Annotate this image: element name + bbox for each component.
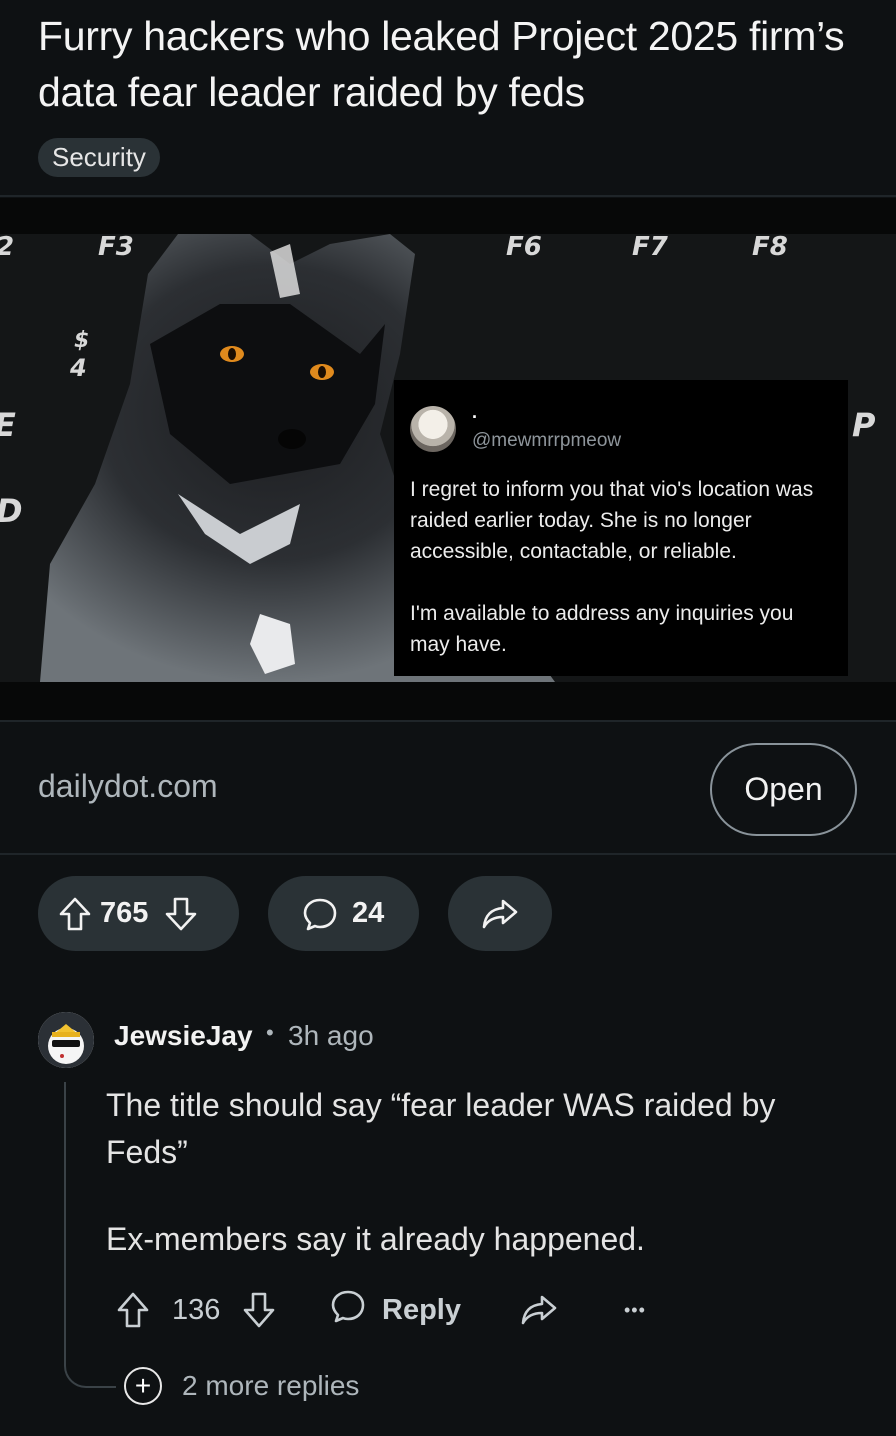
comment-score: 136 — [172, 1293, 221, 1326]
divider — [0, 720, 896, 722]
post-score: 765 — [100, 897, 149, 929]
more-replies-label: 2 more replies — [182, 1370, 360, 1401]
tweet-display-name: . — [472, 402, 478, 422]
comment-timestamp: 3h ago — [288, 1020, 374, 1051]
reply-button[interactable]: Reply — [330, 1288, 461, 1332]
avatar[interactable] — [38, 1012, 94, 1068]
plus-circle-icon: + — [124, 1367, 162, 1405]
comment-bubble-icon — [302, 896, 338, 932]
comment-bubble-icon — [330, 1288, 366, 1332]
link-domain[interactable]: dailydot.com — [38, 768, 218, 805]
separator-dot: • — [266, 1020, 274, 1045]
comment-author[interactable]: JewsieJay — [114, 1020, 253, 1052]
reply-label: Reply — [382, 1293, 461, 1326]
open-link-button[interactable]: Open — [710, 743, 857, 836]
share-icon[interactable] — [520, 1288, 558, 1332]
tweet-handle: @mewmrrpmeow — [472, 430, 622, 451]
comments-button[interactable]: 24 — [268, 876, 419, 951]
arrow-up-icon[interactable] — [116, 1288, 150, 1332]
arrow-down-icon[interactable] — [164, 896, 198, 932]
comment-count: 24 — [352, 897, 385, 929]
more-replies-button[interactable]: + 2 more replies — [124, 1366, 359, 1406]
arrow-down-icon[interactable] — [242, 1288, 276, 1332]
post-image[interactable]: 2 F3 F6 F7 F8 $ 4 E D P — [0, 198, 896, 720]
vote-pill: 765 — [38, 876, 239, 951]
tweet-text: I regret to inform you that vio's locati… — [410, 478, 814, 656]
share-icon — [481, 897, 519, 931]
comment-paragraph: The title should say “fear leader WAS ra… — [106, 1087, 776, 1170]
share-button[interactable] — [448, 876, 552, 951]
divider — [0, 853, 896, 855]
tweet-screenshot: . @mewmrrpmeow I regret to inform you th… — [394, 380, 848, 676]
comment-body: The title should say “fear leader WAS ra… — [106, 1082, 866, 1303]
keyboard-background: 2 F3 F6 F7 F8 $ 4 E D P — [0, 234, 896, 682]
post-flair[interactable]: Security — [38, 138, 160, 177]
comment-paragraph: Ex-members say it already happened. — [106, 1221, 645, 1257]
more-dots-icon[interactable]: ••• — [624, 1288, 646, 1332]
post-title: Furry hackers who leaked Project 2025 fi… — [38, 13, 845, 115]
arrow-up-icon[interactable] — [58, 896, 92, 932]
avatar — [410, 406, 456, 452]
divider — [0, 195, 896, 197]
